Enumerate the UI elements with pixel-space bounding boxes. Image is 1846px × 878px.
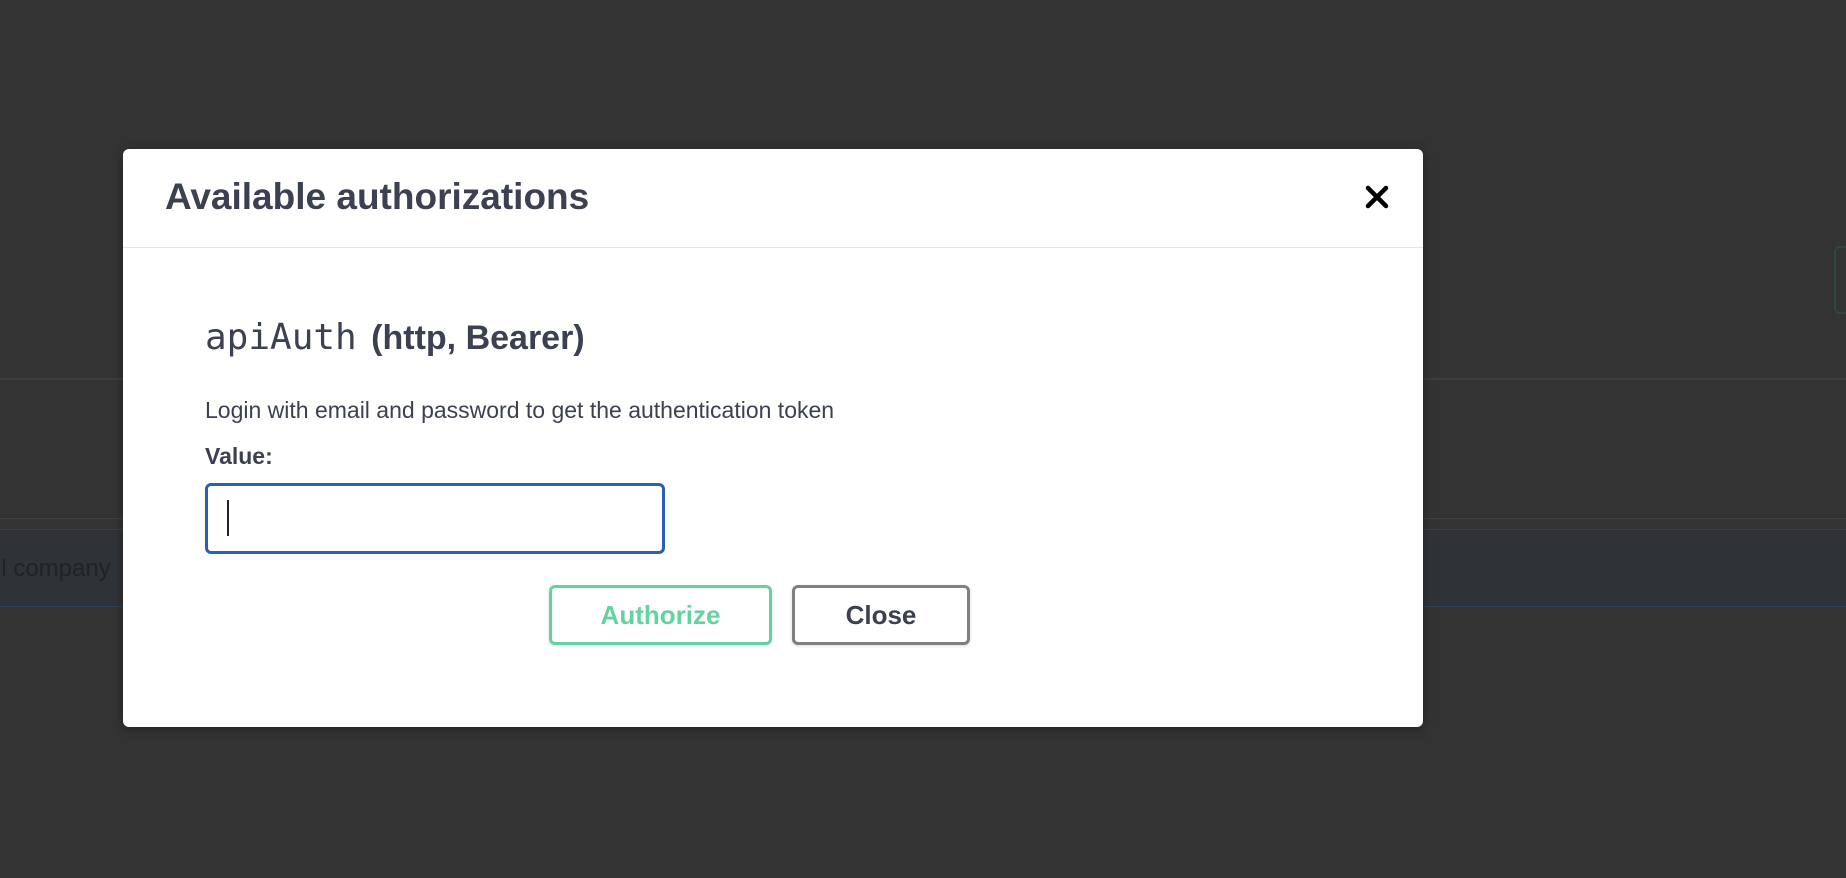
authorize-button[interactable]: Authorize bbox=[549, 585, 772, 645]
value-label: Value: bbox=[205, 443, 273, 469]
auth-scheme-heading: apiAuth (http, Bearer) bbox=[205, 317, 585, 358]
text-cursor bbox=[227, 500, 229, 536]
value-input[interactable] bbox=[205, 483, 665, 554]
close-button[interactable]: Close bbox=[792, 585, 970, 645]
auth-scheme-name: apiAuth bbox=[205, 317, 357, 358]
dialog-title: Available authorizations bbox=[165, 176, 590, 217]
dialog-header: Available authorizations bbox=[123, 149, 1423, 248]
authorization-dialog: Available authorizations apiAuth (http, … bbox=[123, 149, 1423, 727]
close-icon[interactable] bbox=[1357, 177, 1397, 217]
background-row-text: ll company bbox=[0, 555, 111, 582]
auth-description: Login with email and password to get the… bbox=[205, 397, 835, 423]
auth-scheme-type: (http, Bearer) bbox=[371, 319, 585, 357]
background-authorize-button bbox=[1834, 246, 1846, 314]
